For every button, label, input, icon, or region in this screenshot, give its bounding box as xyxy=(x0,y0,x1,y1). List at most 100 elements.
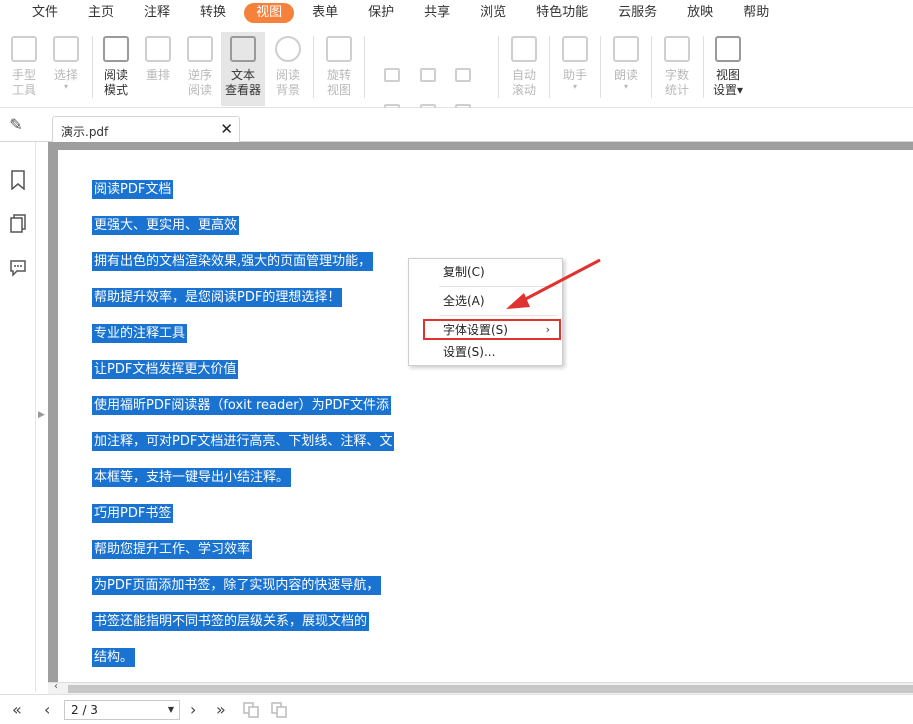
speaker-icon xyxy=(613,36,639,62)
assistant-button[interactable]: 助手 ▾ xyxy=(553,32,597,106)
reverse-icon xyxy=(187,36,213,62)
selected-text-line: 使用福昕PDF阅读器（foxit reader）为PDF文件添 xyxy=(92,396,391,415)
reverse-read-button[interactable]: 逆序 阅读 xyxy=(178,32,222,106)
ribbon-divider xyxy=(364,36,365,98)
menu-form[interactable]: 表单 xyxy=(300,3,350,23)
selected-text-line: 加注释，可对PDF文档进行高亮、下划线、注释、文 xyxy=(92,432,395,451)
read-mode-button[interactable]: 阅读 模式 xyxy=(94,32,138,106)
prev-page-button[interactable]: ‹ xyxy=(44,700,50,719)
menu-share[interactable]: 共享 xyxy=(412,3,462,23)
text-viewer-icon xyxy=(230,36,256,62)
auto-scroll-button[interactable]: 自动 滚动 xyxy=(502,32,546,106)
auto-scroll-label: 自动 滚动 xyxy=(511,68,536,97)
rotate-view-label: 旋转 视图 xyxy=(326,68,351,97)
read-aloud-button[interactable]: 朗读 ▾ xyxy=(604,32,648,106)
menu-browse[interactable]: 浏览 xyxy=(468,3,518,23)
first-page-button[interactable]: « xyxy=(12,700,22,719)
menu-cloud[interactable]: 云服务 xyxy=(606,3,669,23)
scrollbar-thumb[interactable] xyxy=(68,685,913,693)
menu-home[interactable]: 主页 xyxy=(76,3,126,23)
ribbon-divider xyxy=(549,36,550,98)
hand-icon xyxy=(11,36,37,62)
document-tab[interactable]: 演示.pdf ✕ xyxy=(52,116,240,143)
ribbon-divider xyxy=(313,36,314,98)
menu-file[interactable]: 文件 xyxy=(20,3,70,23)
chevron-down-icon: ▾ xyxy=(572,82,577,91)
menu-help[interactable]: 帮助 xyxy=(731,3,781,23)
view-settings-icon xyxy=(715,36,741,62)
selected-text-line: 巧用PDF书签 xyxy=(92,504,174,523)
document-view: 阅读PDF文档 更强大、更实用、更高效 拥有出色的文档渲染效果,强大的页面管理功… xyxy=(48,142,913,682)
text-viewer-label: 文本 查看器 xyxy=(224,68,261,97)
reflow-icon xyxy=(145,36,171,62)
selected-text-line: 帮助您提升工作、学习效率 xyxy=(92,540,253,559)
bookmark-icon[interactable] xyxy=(9,170,27,190)
highlight-box xyxy=(423,319,561,340)
read-aloud-label: 朗读 xyxy=(613,68,638,82)
eye-icon xyxy=(275,36,301,62)
selected-text-line: 让PDF文档发挥更大价值 xyxy=(92,360,239,379)
selected-text-line: 书签还能指明不同书签的层级关系，展现文档的 xyxy=(92,612,370,631)
view-settings-button[interactable]: 视图 设置▾ xyxy=(706,32,750,106)
selected-text-line: 结构。 xyxy=(92,648,136,667)
ribbon-divider xyxy=(92,36,93,98)
chevron-down-icon: ▾ xyxy=(736,83,744,97)
pen-icon[interactable]: ✎ xyxy=(6,116,26,134)
read-mode-label: 阅读 模式 xyxy=(103,68,128,97)
rotate-icon xyxy=(326,36,352,62)
rotate-view-button[interactable]: 旋转 视图 xyxy=(317,32,361,106)
ribbon-divider xyxy=(651,36,652,98)
two-page-icon[interactable] xyxy=(455,68,471,82)
menu-convert[interactable]: 转换 xyxy=(188,3,238,23)
selected-text-line: 更强大、更实用、更高效 xyxy=(92,216,240,235)
scroll-left-icon[interactable]: ‹ xyxy=(54,681,58,692)
next-view-icon[interactable] xyxy=(270,701,288,719)
menu-slideshow[interactable]: 放映 xyxy=(675,3,725,23)
ribbon-toolbar: 手型 工具 选择 ▾ 阅读 模式 重排 逆序 阅读 文本 查看器 阅读 背景 旋… xyxy=(0,26,913,118)
selected-text-line: 为PDF页面添加书签，除了实现内容的快速导航， xyxy=(92,576,382,595)
menu-annotate[interactable]: 注释 xyxy=(132,3,182,23)
document-tab-title: 演示.pdf xyxy=(61,125,109,139)
status-bar: « ‹ 2 / 3 ▼ › » xyxy=(0,694,913,724)
selected-text-line: 专业的注释工具 xyxy=(92,324,188,343)
selected-text-line: 本框等，支持一键导出小结注释。 xyxy=(92,468,292,487)
read-bg-button[interactable]: 阅读 背景 xyxy=(266,32,310,106)
horizontal-scrollbar[interactable]: ‹ xyxy=(48,681,913,694)
chevron-down-icon: ▾ xyxy=(63,82,68,91)
menu-protect[interactable]: 保护 xyxy=(356,3,406,23)
select-button[interactable]: 选择 ▾ xyxy=(44,32,88,106)
selected-text-line: 拥有出色的文档渲染效果,强大的页面管理功能， xyxy=(92,252,374,271)
comment-icon[interactable] xyxy=(9,258,27,278)
menu-bar: 文件 主页 注释 转换 视图 表单 保护 共享 浏览 特色功能 云服务 放映 帮… xyxy=(0,0,913,26)
tab-strip: ✎ 演示.pdf ✕ xyxy=(0,108,913,143)
hand-tool-label: 手型 工具 xyxy=(11,68,36,97)
menu-view[interactable]: 视图 xyxy=(244,3,295,23)
word-count-icon xyxy=(664,36,690,62)
ribbon-divider xyxy=(498,36,499,98)
page-number-value: 2 / 3 xyxy=(71,703,98,717)
view-settings-label: 视图 设置▾ xyxy=(712,68,744,97)
page-number-input[interactable]: 2 / 3 ▼ xyxy=(64,700,180,720)
last-page-button[interactable]: » xyxy=(216,700,226,719)
chevron-down-icon[interactable]: ▼ xyxy=(168,705,174,714)
chevron-down-icon: ▾ xyxy=(623,82,628,91)
context-menu-divider xyxy=(439,315,557,316)
text-viewer-button[interactable]: 文本 查看器 xyxy=(221,32,265,106)
auto-scroll-icon xyxy=(511,36,537,62)
menu-features[interactable]: 特色功能 xyxy=(524,3,600,23)
reflow-button[interactable]: 重排 xyxy=(136,32,180,106)
hand-tool-button[interactable]: 手型 工具 xyxy=(2,32,46,106)
context-menu-settings[interactable]: 设置(S)... xyxy=(409,341,562,363)
ribbon-divider xyxy=(703,36,704,98)
pages-icon[interactable] xyxy=(9,214,27,234)
annotation-arrow-icon xyxy=(506,258,601,309)
single-page-icon[interactable] xyxy=(384,68,400,82)
next-page-button[interactable]: › xyxy=(190,700,196,719)
cursor-icon xyxy=(53,36,79,62)
word-count-button[interactable]: 字数 统计 xyxy=(655,32,699,106)
ribbon-divider xyxy=(600,36,601,98)
continuous-page-icon[interactable] xyxy=(420,68,436,82)
prev-view-icon[interactable] xyxy=(242,701,260,719)
close-icon[interactable]: ✕ xyxy=(220,120,233,138)
sidebar-expand-handle[interactable]: ▶ xyxy=(38,410,45,420)
